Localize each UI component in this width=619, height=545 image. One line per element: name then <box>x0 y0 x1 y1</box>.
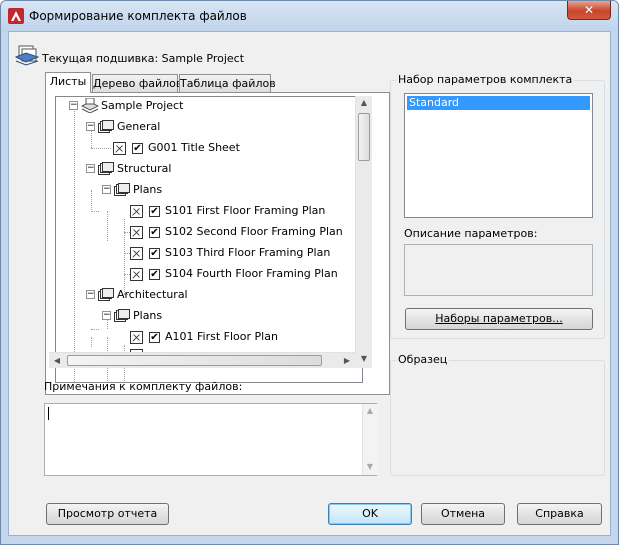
help-button[interactable]: Справка <box>517 503 602 525</box>
collapse-icon[interactable]: − <box>69 101 78 110</box>
close-icon: ✕ <box>583 3 595 17</box>
scrollbar-thumb[interactable] <box>358 113 370 161</box>
preview-title: Образец <box>396 353 450 366</box>
cancel-button[interactable]: Отмена <box>421 503 505 525</box>
transmittal-setups-list[interactable]: Standard <box>404 93 593 218</box>
scroll-right-icon[interactable]: ▶ <box>342 356 352 365</box>
tree-node-subset[interactable]: − Plans <box>56 307 356 325</box>
sheet-checkbox[interactable]: ✔ <box>149 332 160 343</box>
tree-node-label: G001 Title Sheet <box>148 141 240 154</box>
sheet-checkbox[interactable]: ✔ <box>149 227 160 238</box>
tab-label: Таблица файлов <box>180 77 276 90</box>
tree-node-sheet[interactable]: ✔ S101 First Floor Framing Plan <box>56 202 356 220</box>
autocad-logo-icon <box>8 8 24 24</box>
sheet-icon <box>130 268 143 281</box>
sheet-checkbox[interactable]: ✔ <box>149 206 160 217</box>
title-bar[interactable]: Формирование комплекта файлов ✕ <box>1 1 618 31</box>
close-button[interactable]: ✕ <box>567 1 611 20</box>
scroll-down-icon[interactable]: ▼ <box>356 354 372 363</box>
sheet-set-icon <box>14 45 40 66</box>
sheet-icon <box>130 205 143 218</box>
subset-folder-icon <box>114 183 130 196</box>
tree-node-sheet[interactable]: ✔ S103 Third Floor Framing Plan <box>56 244 356 262</box>
sheet-checkbox[interactable]: ✔ <box>132 143 143 154</box>
setup-description-label: Описание параметров: <box>404 227 538 240</box>
tree-node-root[interactable]: − Sample Project <box>56 97 356 115</box>
tree-node-label: Sample Project <box>101 99 184 112</box>
sheet-tree[interactable]: − Sample Project − General ✔ G001 Title … <box>55 96 363 383</box>
sheet-icon <box>130 226 143 239</box>
setup-item-selected[interactable]: Standard <box>407 96 590 110</box>
tree-node-subset[interactable]: − Plans <box>56 181 356 199</box>
tree-node-label: Architectural <box>117 288 188 301</box>
collapse-icon[interactable]: − <box>86 290 95 299</box>
tree-node-label: Structural <box>117 162 172 175</box>
scroll-down-icon[interactable]: ▼ <box>363 462 377 471</box>
notes-scrollbar[interactable]: ▲ ▼ <box>362 404 377 475</box>
subset-folder-icon <box>98 120 114 133</box>
collapse-icon[interactable]: − <box>86 122 95 131</box>
sheet-icon <box>113 142 126 155</box>
sheet-icon <box>130 331 143 344</box>
tree-horizontal-scrollbar[interactable]: ◀ ▶ <box>49 352 356 368</box>
tree-node-label: Plans <box>133 183 163 196</box>
tab-files-tree[interactable]: Дерево файлов <box>92 74 182 93</box>
tab-label: Листы <box>49 75 87 88</box>
subset-folder-icon <box>98 288 114 301</box>
scroll-up-icon[interactable]: ▲ <box>363 406 377 415</box>
view-report-button[interactable]: Просмотр отчета <box>46 503 169 525</box>
tree-node-label: General <box>117 120 161 133</box>
tree-vertical-scrollbar[interactable]: ▲ ▼ <box>355 96 372 368</box>
tree-node-label: S104 Fourth Floor Framing Plan <box>165 267 338 280</box>
button-label: OK <box>362 507 378 520</box>
button-label: Справка <box>535 507 584 520</box>
tree-node-sheet[interactable]: ✔ A101 First Floor Plan <box>56 328 356 346</box>
button-label: Наборы параметров... <box>435 312 563 325</box>
subset-folder-icon <box>114 309 130 322</box>
tab-sheets[interactable]: Листы <box>45 72 91 93</box>
tab-label: Дерево файлов <box>93 77 183 90</box>
dialog-window: Формирование комплекта файлов ✕ Текущая … <box>0 0 619 545</box>
tree-node-label: S103 Third Floor Framing Plan <box>165 246 331 259</box>
tree-node-sheet[interactable]: ✔ S102 Second Floor Framing Plan <box>56 223 356 241</box>
collapse-icon[interactable]: − <box>102 311 111 320</box>
tree-node-sheet[interactable]: ✔ G001 Title Sheet <box>56 139 356 157</box>
tree-node-sheet[interactable]: ✔ S104 Fourth Floor Framing Plan <box>56 265 356 283</box>
sheet-set-icon <box>81 98 99 113</box>
tree-node-subset[interactable]: − Structural <box>56 160 356 178</box>
subset-folder-icon <box>98 162 114 175</box>
current-set-label: Текущая подшивка: Sample Project <box>42 52 245 65</box>
tree-node-label: A101 First Floor Plan <box>165 330 278 343</box>
tree-node-subset[interactable]: − General <box>56 118 356 136</box>
text-caret <box>48 407 49 420</box>
notes-textarea[interactable]: ▲ ▼ <box>44 403 377 476</box>
collapse-icon[interactable]: − <box>102 185 111 194</box>
scroll-up-icon[interactable]: ▲ <box>356 98 372 107</box>
button-label: Отмена <box>440 507 486 520</box>
scroll-left-icon[interactable]: ◀ <box>52 356 62 365</box>
window-title: Формирование комплекта файлов <box>29 9 247 23</box>
ok-button[interactable]: OK <box>328 503 412 525</box>
button-label: Просмотр отчета <box>57 507 158 520</box>
collapse-icon[interactable]: − <box>86 164 95 173</box>
tree-node-label: Plans <box>133 309 163 322</box>
scrollbar-thumb[interactable] <box>67 355 322 366</box>
setup-description-box <box>404 244 593 296</box>
tree-node-label: S101 First Floor Framing Plan <box>165 204 326 217</box>
tab-files-table[interactable]: Таблица файлов <box>179 74 276 93</box>
tree-node-subset[interactable]: − Architectural <box>56 286 356 304</box>
dialog-client: Текущая подшивка: Sample Project Листы Д… <box>8 31 611 536</box>
transmittal-setups-title: Набор параметров комплекта <box>396 73 575 86</box>
transmittal-setups-button[interactable]: Наборы параметров... <box>405 308 593 330</box>
preview-group <box>390 360 605 476</box>
notes-label: Примечания к комплекту файлов: <box>44 380 243 393</box>
tree-node-label: S102 Second Floor Framing Plan <box>165 225 343 238</box>
sheet-checkbox[interactable]: ✔ <box>149 269 160 280</box>
sheet-checkbox[interactable]: ✔ <box>149 248 160 259</box>
sheet-icon <box>130 247 143 260</box>
